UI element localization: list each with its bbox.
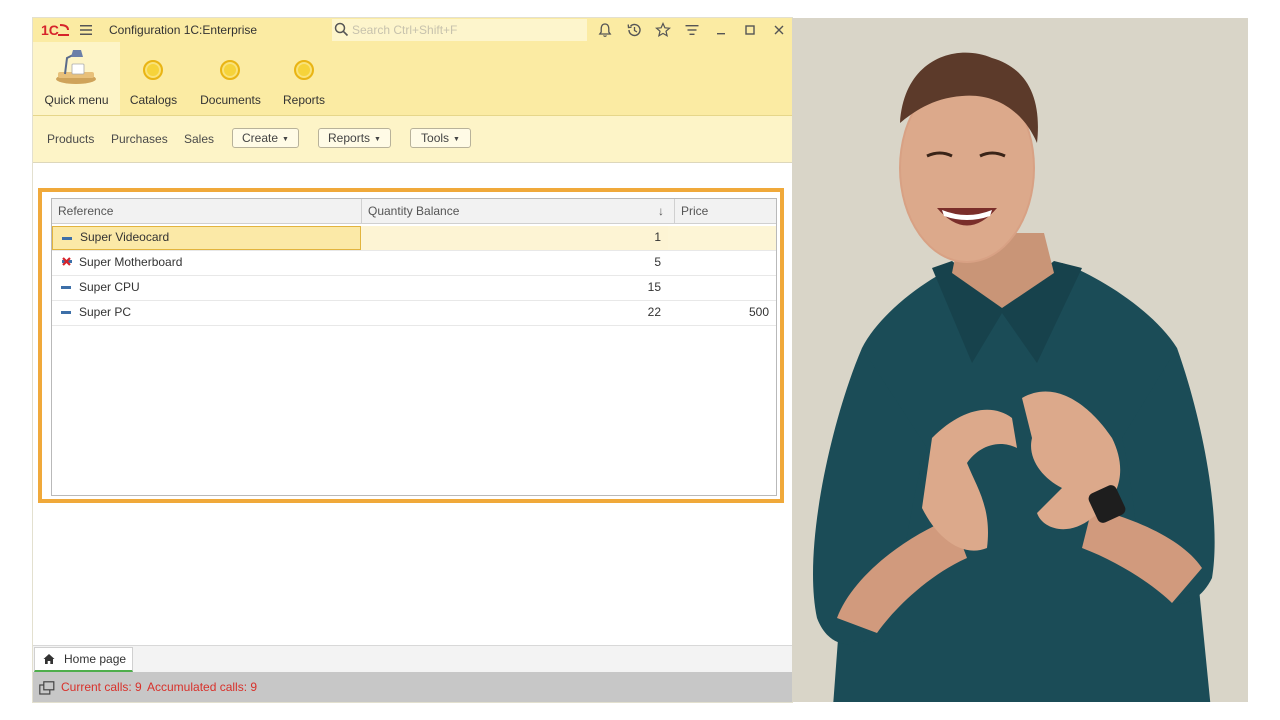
highlight-frame: Reference Quantity Balance ↓ Price Super… [38, 188, 784, 503]
window-title: Configuration 1C:Enterprise [109, 23, 258, 37]
maximize-icon[interactable] [742, 22, 758, 38]
cell-price[interactable]: 500 [674, 301, 769, 325]
history-icon[interactable] [626, 22, 642, 38]
status-bar: Current calls: 9 Accumulated calls: 9 [33, 672, 792, 702]
reference-text: Super PC [79, 305, 132, 319]
tab-home-page[interactable]: Home page [34, 647, 133, 672]
create-dropdown-button[interactable]: Create ▼ [232, 128, 299, 148]
home-icon [43, 654, 55, 664]
item-marked-icon [62, 257, 72, 266]
column-header-quantity-balance[interactable]: Quantity Balance ↓ [362, 199, 675, 224]
dropdown-caret-icon: ▼ [374, 136, 381, 143]
home-tab-label: Home page [64, 652, 127, 666]
column-header-reference[interactable]: Reference [52, 199, 362, 224]
table-row[interactable]: Super Motherboard 5 [52, 251, 776, 276]
cell-reference[interactable]: Super CPU [52, 276, 361, 300]
section-label: Quick menu [44, 93, 109, 107]
data-table[interactable]: Reference Quantity Balance ↓ Price Super… [51, 198, 777, 496]
open-windows-bar: Home page [33, 645, 792, 673]
section-quick-menu[interactable]: Quick menu [33, 42, 120, 115]
table-row[interactable]: Super PC 22 500 [52, 301, 776, 326]
nav-link-sales[interactable]: Sales [184, 132, 214, 146]
title-bar: 1C Configuration 1C:Enterprise [33, 18, 792, 42]
item-icon [61, 286, 71, 289]
cell-quantity[interactable]: 5 [362, 251, 668, 275]
cell-reference[interactable]: Super Motherboard [52, 251, 361, 275]
section-label: Documents [200, 93, 261, 107]
search-input[interactable] [332, 19, 587, 41]
nav-link-products[interactable]: Products [47, 132, 94, 146]
create-button-label: Create [242, 131, 279, 145]
column-header-label: Quantity Balance [368, 204, 460, 218]
cell-reference[interactable]: Super Videocard [52, 226, 361, 250]
reports-dropdown-button[interactable]: Reports ▼ [318, 128, 391, 148]
cell-reference[interactable]: Super PC [52, 301, 361, 325]
app-window: 1C Configuration 1C:Enterprise Search Ct… [33, 18, 792, 702]
navigation-panel: Products Purchases Sales Create ▼ Reports… [33, 116, 792, 163]
cell-price[interactable] [674, 226, 769, 250]
table-row[interactable]: Super Videocard 1 [52, 226, 776, 251]
table-row[interactable]: Super CPU 15 [52, 276, 776, 301]
reference-text: Super Videocard [80, 230, 170, 244]
tools-dropdown-button[interactable]: Tools ▼ [410, 128, 471, 148]
close-icon[interactable] [771, 22, 787, 38]
cell-quantity[interactable]: 15 [362, 276, 668, 300]
column-header-price[interactable]: Price [675, 199, 776, 224]
windows-icon[interactable] [39, 681, 55, 695]
sort-arrow-icon: ↓ [658, 204, 664, 218]
section-documents[interactable]: Documents [191, 42, 270, 115]
cell-price[interactable] [674, 276, 769, 300]
column-header-label: Price [681, 204, 709, 218]
favorites-star-icon[interactable] [655, 22, 671, 38]
filter-menu-icon[interactable] [684, 22, 700, 38]
reference-text: Super CPU [79, 280, 140, 294]
item-icon [61, 311, 71, 314]
reference-text: Super Motherboard [79, 255, 183, 269]
dropdown-caret-icon: ▼ [282, 136, 289, 143]
nav-link-purchases[interactable]: Purchases [111, 132, 168, 146]
section-reports[interactable]: Reports [274, 42, 334, 115]
hamburger-menu-icon[interactable] [79, 23, 93, 37]
accumulated-calls-text: Accumulated calls: 9 [147, 680, 258, 694]
column-header-label: Reference [58, 204, 114, 218]
1c-logo-icon: 1C [41, 22, 69, 38]
cell-quantity[interactable]: 1 [362, 226, 668, 250]
presenter-video [792, 18, 1248, 702]
yellow-circle-icon [294, 60, 314, 80]
yellow-circle-icon [143, 60, 163, 80]
minimize-icon[interactable] [713, 22, 729, 38]
presenter-figure [813, 52, 1215, 702]
svg-text:1C: 1C [41, 22, 59, 38]
section-catalogs[interactable]: Catalogs [120, 42, 187, 115]
reports-button-label: Reports [328, 131, 371, 145]
item-icon [62, 237, 72, 240]
cell-quantity[interactable]: 22 [362, 301, 668, 325]
cell-price[interactable] [674, 251, 769, 275]
section-label: Reports [282, 93, 326, 107]
section-label: Catalogs [129, 93, 178, 107]
current-calls-text: Current calls: 9 [61, 680, 142, 694]
tools-button-label: Tools [421, 131, 450, 145]
bell-icon[interactable] [597, 22, 613, 38]
yellow-circle-icon [220, 60, 240, 80]
desk-lamp-icon [56, 50, 96, 84]
sections-panel: Quick menu Catalogs Documents Reports [33, 42, 792, 116]
dropdown-caret-icon: ▼ [453, 136, 460, 143]
